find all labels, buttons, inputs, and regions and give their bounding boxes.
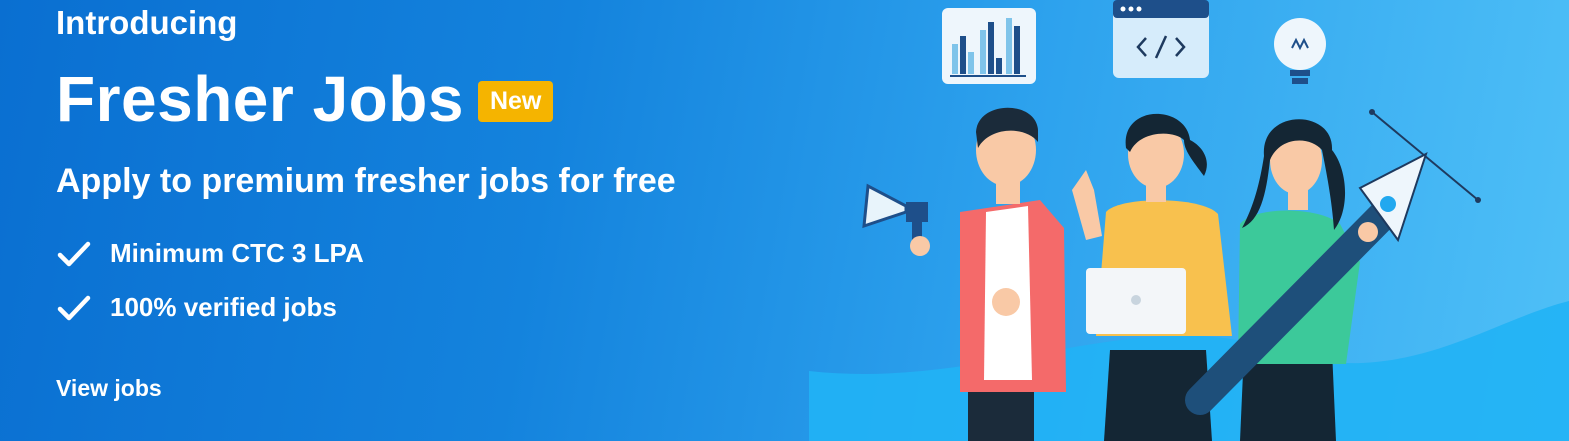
check-icon (57, 295, 91, 320)
feature-item: 100% verified jobs (56, 292, 337, 323)
page-title: Fresher Jobs (56, 63, 464, 135)
code-window-icon (1113, 0, 1209, 78)
lightbulb-icon (1274, 18, 1326, 84)
fresher-jobs-banner: Introducing Fresher Jobs New Apply to pr… (0, 0, 1569, 441)
view-jobs-link[interactable]: View jobs (56, 375, 162, 402)
title-row: Fresher Jobs New (56, 62, 554, 136)
person-with-pen (1185, 119, 1428, 441)
chart-card-icon (942, 8, 1036, 84)
intro-text: Introducing (56, 4, 238, 41)
feature-item: Minimum CTC 3 LPA (56, 238, 364, 269)
feature-label: Minimum CTC 3 LPA (110, 238, 364, 268)
feature-label: 100% verified jobs (110, 292, 337, 322)
team-illustration (862, 0, 1481, 441)
check-icon (57, 241, 91, 266)
subtitle: Apply to premium fresher jobs for free (56, 162, 676, 200)
new-badge: New (477, 80, 554, 122)
person-with-megaphone (862, 107, 1066, 441)
